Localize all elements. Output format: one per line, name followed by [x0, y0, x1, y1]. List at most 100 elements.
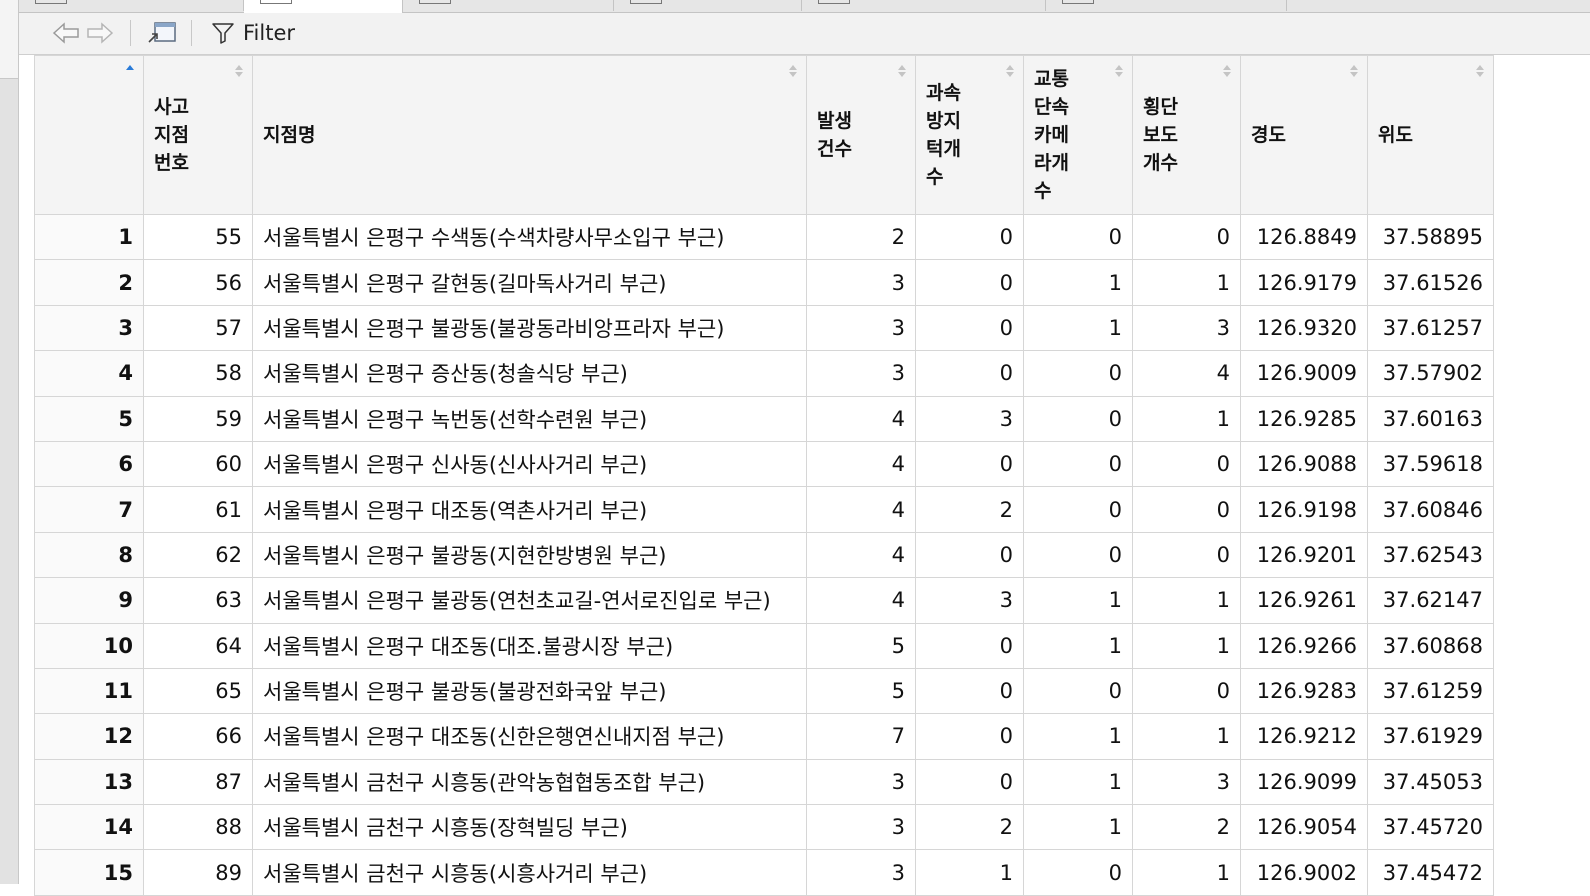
editor-tab[interactable] [403, 0, 614, 11]
table-cell: 0 [1132, 531, 1241, 579]
table-cell: 서울특별시 은평구 불광동(연천초교길-연서로진입로 부근) [252, 577, 807, 624]
table-cell: 0 [915, 667, 1024, 715]
table-cell: 서울특별시 은평구 대조동(역촌사거리 부근) [252, 486, 807, 533]
table-cell: 62 [143, 531, 253, 579]
table-cell: 126.9266 [1240, 622, 1368, 669]
table-row[interactable]: 11 65 서울특별시 은평구 불광동(불광전화국앞 부근) 5 0 0 0 126.9283… [34, 667, 1494, 715]
forward-button[interactable] [85, 19, 115, 47]
toolbar-separator [191, 20, 192, 46]
table-cell: 61 [143, 486, 253, 533]
row-number-cell: 13 [34, 758, 144, 806]
table-header-row: 사고 지점 번호 지점명 발생 건수 과속 방지 턱개 수 교통 단속 카메 라개 수 횡단 보도 개수 경도 위도 [34, 55, 1494, 215]
table-cell: 37.62147 [1367, 577, 1494, 624]
table-cell: 126.9099 [1240, 758, 1368, 806]
table-cell: 2 [1132, 804, 1241, 851]
column-header-3[interactable]: 발생 건수 [806, 55, 916, 215]
table-cell: 4 [806, 395, 916, 442]
row-number-cell: 15 [34, 849, 144, 896]
table-cell: 1 [1132, 622, 1241, 669]
table-cell: 65 [143, 667, 253, 715]
table-row[interactable]: 7 61 서울특별시 은평구 대조동(역촌사거리 부근) 4 2 0 0 126.9198 37… [34, 486, 1494, 533]
row-number-cell: 1 [34, 213, 144, 261]
table-cell: 1 [1132, 713, 1241, 760]
table-cell: 37.45053 [1367, 758, 1494, 806]
column-header-1[interactable]: 사고 지점 번호 [143, 55, 253, 215]
table-cell: 63 [143, 577, 253, 624]
column-header-label: 사고 지점 번호 [154, 96, 189, 174]
table-row[interactable]: 10 64 서울특별시 은평구 대조동(대조.불광시장 부근) 5 0 1 1 126.926… [34, 622, 1494, 669]
table-row[interactable]: 5 59 서울특별시 은평구 녹번동(선학수련원 부근) 4 3 0 1 126.9285 37… [34, 395, 1494, 442]
editor-tab[interactable] [802, 0, 1046, 11]
table-body: 1 55 서울특별시 은평구 수색동(수색차량사무소입구 부근) 2 0 0 0 126.88… [34, 213, 1494, 896]
table-cell: 0 [915, 213, 1024, 261]
table-cell: 37.45472 [1367, 849, 1494, 896]
table-row[interactable]: 6 60 서울특별시 은평구 신사동(신사사거리 부근) 4 0 0 0 126.9088 37… [34, 440, 1494, 488]
table-cell: 126.9283 [1240, 667, 1368, 715]
table-cell: 4 [806, 486, 916, 533]
table-cell: 0 [915, 713, 1024, 760]
filter-button[interactable]: Filter [211, 19, 311, 47]
table-row[interactable]: 4 58 서울특별시 은평구 증산동(청솔식당 부근) 3 0 0 4 126.9009 37.… [34, 350, 1494, 397]
table-row[interactable]: 14 88 서울특별시 금천구 시흥동(장혁빌딩 부근) 3 2 1 2 126.9054 37… [34, 804, 1494, 851]
column-header-2[interactable]: 지점명 [252, 55, 807, 215]
table-cell: 37.61259 [1367, 667, 1494, 715]
table-cell: 0 [915, 350, 1024, 397]
column-header-4[interactable]: 과속 방지 턱개 수 [915, 55, 1024, 215]
table-cell: 88 [143, 804, 253, 851]
table-row[interactable]: 3 57 서울특별시 은평구 불광동(불광동라비앙프라자 부근) 3 0 1 3 126.93… [34, 304, 1494, 352]
table-cell: 0 [1132, 440, 1241, 488]
sort-icon [1476, 65, 1484, 77]
table-row[interactable]: 12 66 서울특별시 은평구 대조동(신한은행연신내지점 부근) 7 0 1 1 126.9… [34, 713, 1494, 760]
table-row[interactable]: 13 87 서울특별시 금천구 시흥동(관악농협협동조합 부근) 3 0 1 3 126.90… [34, 758, 1494, 806]
sort-icon [235, 65, 243, 77]
table-cell: 0 [915, 259, 1024, 306]
column-header-5[interactable]: 교통 단속 카메 라개 수 [1023, 55, 1133, 215]
column-header-label: 위도 [1378, 124, 1413, 146]
editor-tab[interactable] [19, 0, 244, 11]
editor-tab[interactable] [614, 0, 802, 11]
sort-icon [1350, 65, 1358, 77]
table-cell: 0 [1132, 213, 1241, 261]
sort-icon [1006, 65, 1014, 77]
column-header-0[interactable] [34, 55, 144, 215]
editor-tab[interactable] [1046, 0, 1287, 11]
table-cell: 0 [1023, 667, 1133, 715]
data-grid-icon [35, 0, 67, 4]
sort-icon [1115, 65, 1123, 77]
editor-tab-active[interactable] [244, 0, 403, 13]
table-row[interactable]: 2 56 서울특별시 은평구 갈현동(길마독사거리 부근) 3 0 1 1 126.9179 3… [34, 259, 1494, 306]
row-number-cell: 14 [34, 804, 144, 851]
table-row[interactable]: 15 89 서울특별시 금천구 시흥동(시흥사거리 부근) 3 1 0 1 126.9002 3… [34, 849, 1494, 896]
column-header-7[interactable]: 경도 [1240, 55, 1368, 215]
row-number-cell: 7 [34, 486, 144, 533]
table-row[interactable]: 8 62 서울특별시 은평구 불광동(지현한방병원 부근) 4 0 0 0 126.9201 3… [34, 531, 1494, 579]
table-cell: 0 [1023, 395, 1133, 442]
table-cell: 2 [915, 804, 1024, 851]
table-cell: 66 [143, 713, 253, 760]
column-header-8[interactable]: 위도 [1367, 55, 1494, 215]
forward-arrow-icon [87, 22, 114, 44]
table-row[interactable]: 9 63 서울특별시 은평구 불광동(연천초교길-연서로진입로 부근) 4 3 1 1 126… [34, 577, 1494, 624]
table-cell: 126.8849 [1240, 213, 1368, 261]
table-cell: 서울특별시 은평구 대조동(신한은행연신내지점 부근) [252, 713, 807, 760]
table-cell: 7 [806, 713, 916, 760]
table-cell: 0 [915, 622, 1024, 669]
table-cell: 1 [1023, 758, 1133, 806]
data-viewer-toolbar: Filter [19, 13, 1590, 55]
data-grid-icon [630, 0, 662, 4]
table-row[interactable]: 1 55 서울특별시 은평구 수색동(수색차량사무소입구 부근) 2 0 0 0 126.88… [34, 213, 1494, 261]
table-cell: 126.9054 [1240, 804, 1368, 851]
table-cell: 서울특별시 금천구 시흥동(시흥사거리 부근) [252, 849, 807, 896]
table-cell: 3 [915, 577, 1024, 624]
table-cell: 서울특별시 은평구 수색동(수색차량사무소입구 부근) [252, 213, 807, 261]
table-cell: 서울특별시 은평구 대조동(대조.불광시장 부근) [252, 622, 807, 669]
data-grid-icon [818, 0, 850, 4]
table-cell: 1 [1132, 577, 1241, 624]
back-button[interactable] [51, 19, 81, 47]
table-cell: 4 [806, 440, 916, 488]
show-in-window-button[interactable] [144, 19, 180, 47]
table-cell: 0 [1023, 486, 1133, 533]
table-cell: 4 [1132, 350, 1241, 397]
table-cell: 1 [1023, 622, 1133, 669]
column-header-6[interactable]: 횡단 보도 개수 [1132, 55, 1241, 215]
